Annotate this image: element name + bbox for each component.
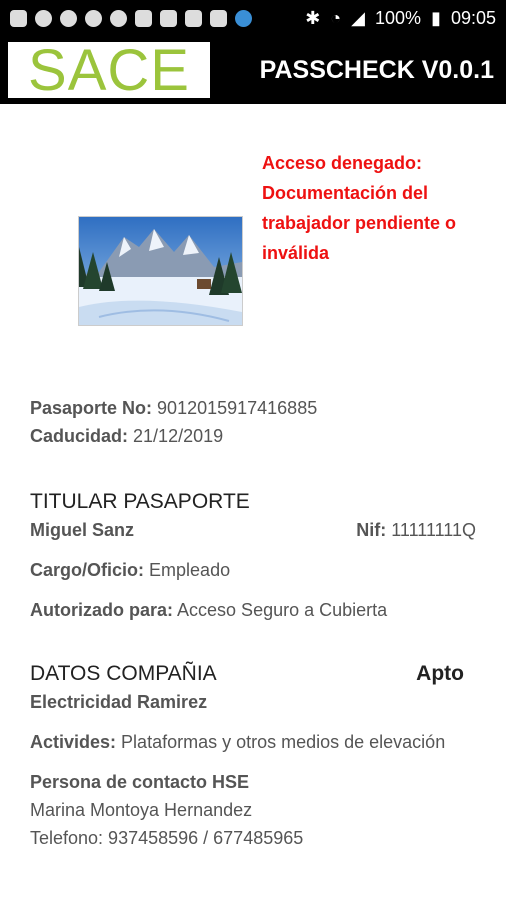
holder-name-row: Miguel Sanz Nif: 11111111Q: [30, 516, 476, 544]
gallery-icon: [160, 9, 177, 27]
app-title: PASSCHECK V0.0.1: [259, 55, 494, 84]
sace-logo: SACE: [8, 38, 210, 103]
contact-phone: Telefono: 937458596 / 677485965: [30, 828, 304, 848]
expiry-label: Caducidad:: [30, 426, 129, 446]
role-label: Cargo/Oficio:: [30, 560, 145, 580]
company-heading-text: DATOS COMPAÑIA: [30, 662, 217, 685]
app-bar: SACE PASSCHECK V0.0.1: [0, 36, 506, 104]
settings-icon: [110, 9, 127, 27]
app-icon: [35, 9, 52, 27]
holder-heading-text: TITULAR PASAPORTE: [30, 490, 250, 513]
holder-heading: TITULAR PASAPORTE: [30, 488, 476, 516]
landscape-image: [79, 217, 242, 325]
worker-photo: [78, 216, 243, 326]
passport-number-row: Pasaporte No: 9012015917416885: [30, 394, 476, 422]
group-icon: [60, 9, 77, 27]
tools-icon: [185, 9, 202, 27]
nif-value: 11111111Q: [391, 520, 476, 540]
signal-icon: ◢: [351, 7, 365, 28]
activities-value: Plataformas y otros medios de elevación: [121, 732, 446, 752]
clock: 09:05: [450, 7, 496, 28]
chat-icon: [10, 9, 27, 27]
role-row: Cargo/Oficio: Empleado: [30, 556, 476, 584]
logo-text: SACE: [28, 37, 190, 103]
passport-info: Pasaporte No: 9012015917416885 Caducidad…: [0, 394, 506, 852]
nif-label: Nif:: [356, 520, 387, 540]
activities-row: Activides: Plataformas y otros medios de…: [30, 728, 476, 756]
globe-icon: [235, 9, 252, 27]
role-value: Empleado: [149, 560, 231, 580]
status-bar: ✱ ◔ ◢ 100% ▮ 09:05: [0, 0, 506, 36]
passport-number-value: 9012015917416885: [157, 398, 318, 418]
authorized-value: Acceso Seguro a Cubierta: [177, 600, 388, 620]
wifi-icon: ◔: [330, 7, 342, 28]
contact-label-row: Persona de contacto HSE: [30, 768, 476, 796]
battery-icon: ▮: [431, 7, 441, 28]
company-status: Apto: [416, 662, 464, 685]
notification-icons: [10, 9, 252, 27]
passport-number-label: Pasaporte No:: [30, 398, 153, 418]
contact-label: Persona de contacto HSE: [30, 772, 250, 792]
activities-label: Activides:: [30, 732, 117, 752]
authorized-row: Autorizado para: Acceso Seguro a Cubiert…: [30, 596, 476, 624]
battery-level: 100%: [375, 7, 422, 28]
expiry-row: Caducidad: 21/12/2019: [30, 422, 476, 450]
contact-name-row: Marina Montoya Hernandez: [30, 796, 476, 824]
holder-name: Miguel Sanz: [30, 520, 135, 540]
bluetooth-icon: ✱: [305, 7, 321, 28]
authorized-label: Autorizado para:: [30, 600, 174, 620]
expiry-value: 21/12/2019: [133, 426, 224, 446]
image-icon: [135, 9, 152, 27]
device-icon: [210, 9, 227, 27]
company-heading: DATOS COMPAÑIA Apto: [30, 660, 476, 688]
contact-phone-row: Telefono: 937458596 / 677485965: [30, 824, 476, 852]
company-name-row: Electricidad Ramirez: [30, 688, 476, 716]
company-name: Electricidad Ramirez: [30, 692, 208, 712]
access-section: Acceso denegado: Documentación del traba…: [0, 104, 506, 394]
app-icon: [85, 9, 102, 27]
access-denied-message: Acceso denegado: Documentación del traba…: [262, 153, 457, 263]
contact-name: Marina Montoya Hernandez: [30, 800, 253, 820]
